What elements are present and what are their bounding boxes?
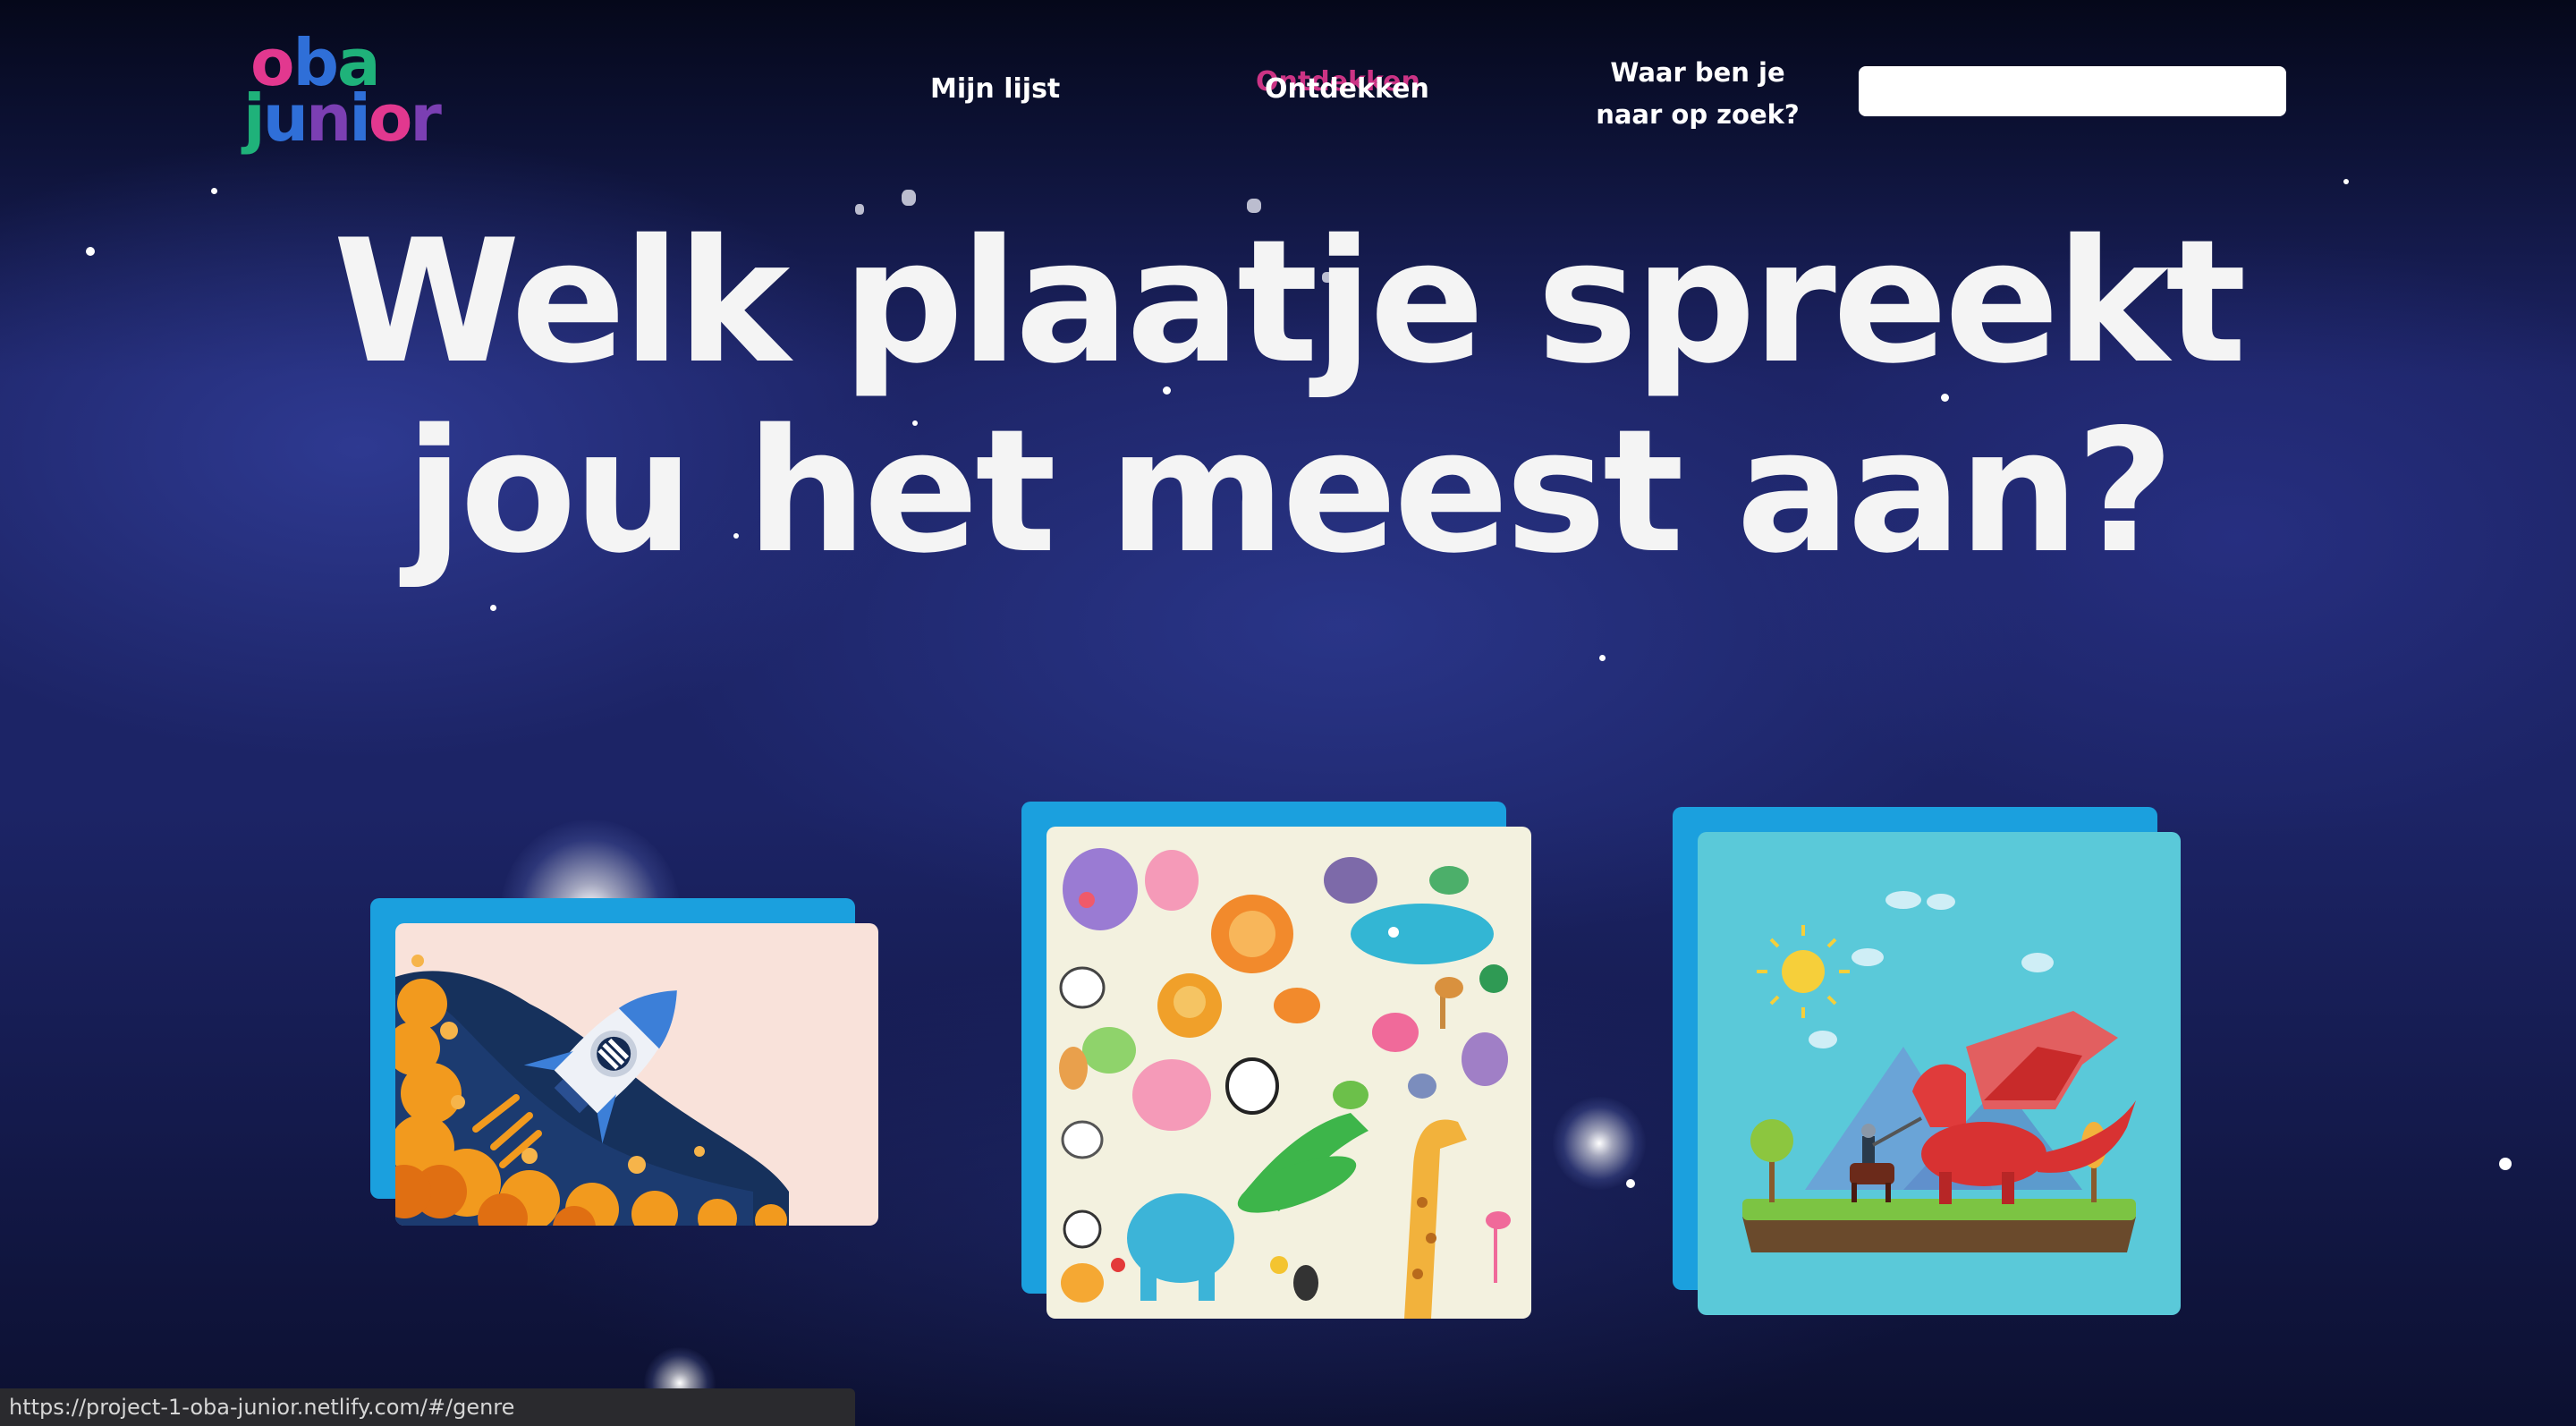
search-label: Waar ben je naar op zoek? [1596,57,1800,130]
browser-status-bar-url: https://project-1-oba-junior.netlify.com… [0,1388,855,1426]
glowing-star [1553,1097,1646,1190]
star [2499,1158,2512,1170]
rocket-illustration [395,955,789,1226]
nav-mijn-lijst[interactable]: Mijn lijst [930,73,1060,105]
genre-card-rocket[interactable] [370,898,880,1226]
star [1599,655,1606,661]
animals-illustration [1059,848,1511,1319]
star [211,188,217,194]
star [2343,179,2349,184]
star [86,247,95,256]
logo-text-bottom: junior [243,81,442,156]
star [490,605,496,611]
page-title: Welk plaatje spreekt jou het meest aan? [333,203,2247,590]
card-image [395,923,878,1226]
oba-junior-logo[interactable]: oba junior [243,30,442,156]
search-input[interactable] [1859,66,2286,116]
genre-card-dragon[interactable] [1673,807,2182,1315]
star [1626,1179,1635,1188]
genre-card-animals[interactable] [1021,802,1531,1320]
nav-ontdekken[interactable]: Ontdekken [1265,73,1429,105]
dragon-knight-illustration [1742,891,2136,1252]
card-image [1698,832,2181,1315]
card-image [1046,827,1531,1319]
